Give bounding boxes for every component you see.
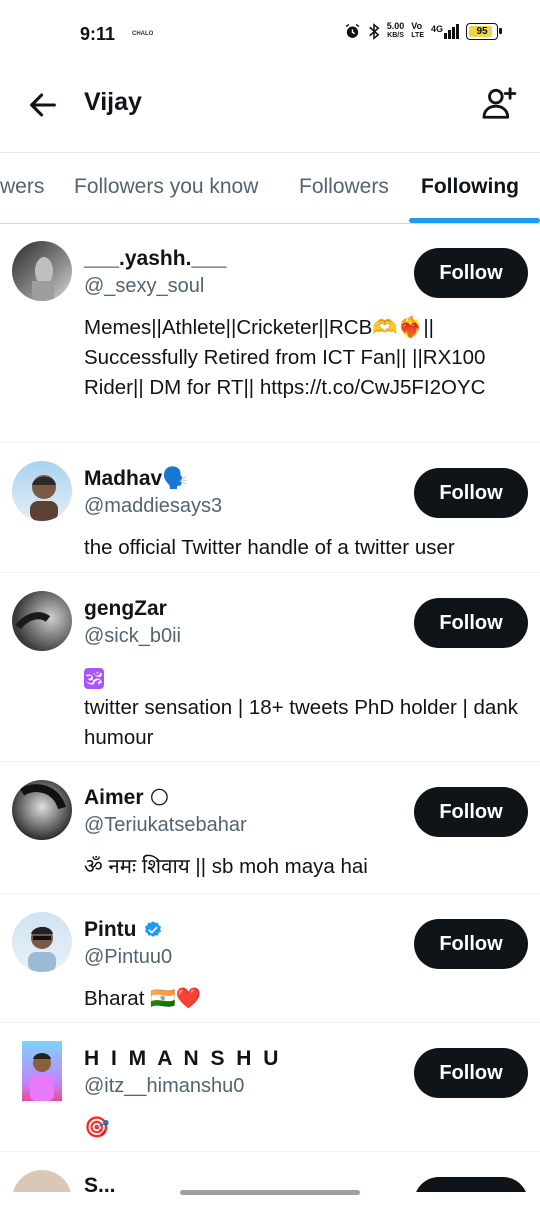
status-bar: 9:11 CHALO 5.00 KB/S Vo LTE 4G 95 [0,0,540,70]
list-item[interactable]: Aimer 🌕 @Teriukatsebahar Follow ॐ नमः शिव… [0,762,540,894]
alarm-icon [345,23,360,38]
user-bio-emoji: 🕉 [84,663,530,694]
tab-bar: wers Followers you know Followers Follow… [0,152,540,224]
home-indicator[interactable] [180,1190,360,1195]
tab-verified-followers[interactable]: wers [0,175,44,199]
list-item[interactable]: H I M A N S H U @itz__himanshu0 Follow 🎯 [0,1023,540,1152]
top-app-bar: Vijay [0,70,540,150]
follow-button[interactable]: Follow [414,248,528,298]
follow-button[interactable]: Follow [414,468,528,518]
back-button[interactable] [26,88,60,122]
user-handle[interactable]: @sick_b0ii [84,625,181,648]
user-bio: twitter sensation | 18+ tweets PhD holde… [84,696,518,749]
list-item[interactable]: ___.yashh.___ @_sexy_soul Follow Memes||… [0,223,540,443]
avatar[interactable] [22,1041,62,1101]
avatar[interactable] [12,1170,72,1192]
list-item[interactable]: S... Follow [0,1152,540,1192]
user-name[interactable]: Madhav🗣️ [84,467,188,491]
status-icons: 5.00 KB/S Vo LTE 4G 95 [344,21,502,40]
add-user-icon [482,87,517,119]
list-item[interactable]: Madhav🗣️ @maddiesays3 Follow the officia… [0,443,540,573]
arrow-left-icon [30,93,56,117]
avatar[interactable] [12,591,72,651]
user-bio: Memes||Athlete||Cricketer||RCB🫶❤️‍🔥|| Su… [84,316,486,399]
network-speed: 5.00 KB/S [386,21,405,40]
user-name[interactable]: ___.yashh.___ [84,247,226,271]
user-name[interactable]: Aimer 🌕 [84,786,169,810]
status-time: 9:11 [80,24,116,44]
user-handle[interactable]: @maddiesays3 [84,495,222,518]
follow-button[interactable]: Follow [414,919,528,969]
tab-followers-you-know[interactable]: Followers you know [74,175,258,199]
tab-followers[interactable]: Followers [299,175,389,199]
follow-button[interactable]: Follow [414,1177,528,1192]
list-item[interactable]: Pintu @Pintuu0 Follow Bharat 🇮🇳❤️ [0,894,540,1023]
user-name[interactable]: H I M A N S H U [84,1047,281,1071]
user-handle[interactable]: @_sexy_soul [84,275,204,298]
user-name[interactable]: S... [84,1174,116,1192]
status-notification-text: CHALO [132,31,154,37]
user-bio: the official Twitter handle of a twitter… [84,536,455,559]
volte-indicator: Vo LTE [411,21,424,40]
avatar[interactable] [12,912,72,972]
follow-button[interactable]: Follow [414,598,528,648]
avatar[interactable] [12,780,72,840]
user-handle[interactable]: @Pintuu0 [84,946,172,969]
tab-following[interactable]: Following [421,175,519,199]
list-item[interactable]: gengZar @sick_b0ii Follow 🕉 twitter sens… [0,573,540,762]
user-bio: ॐ नमः शिवाय || sb moh maya hai [84,855,368,878]
moon-icon: 🌕 [149,787,170,809]
bluetooth-icon [368,22,380,40]
battery-icon: 95 [466,22,502,40]
user-handle[interactable]: @itz__himanshu0 [84,1075,244,1098]
signal-icon: 4G [431,23,459,39]
add-user-button[interactable] [480,84,518,122]
user-bio: 🎯 [84,1116,110,1139]
page-title: Vijay [84,88,142,116]
user-handle[interactable]: @Teriukatsebahar [84,814,247,837]
follow-button[interactable]: Follow [414,1048,528,1098]
user-name[interactable]: gengZar [84,597,167,621]
avatar[interactable] [12,461,72,521]
user-name[interactable]: Pintu [84,918,163,942]
follow-button[interactable]: Follow [414,787,528,837]
verified-badge-icon [144,921,161,937]
om-icon: 🕉 [84,668,105,689]
user-bio: Bharat 🇮🇳❤️ [84,987,202,1010]
avatar[interactable] [12,241,72,301]
battery-level: 95 [476,25,488,37]
